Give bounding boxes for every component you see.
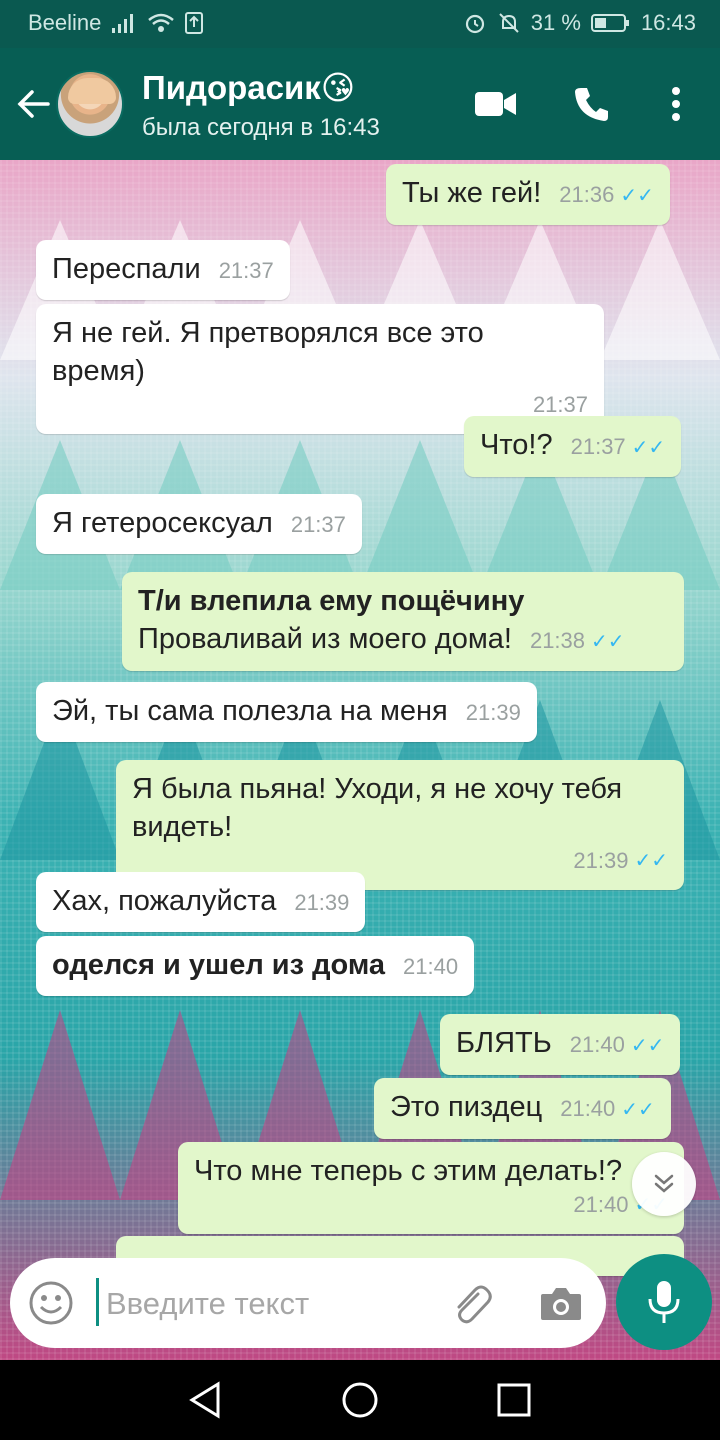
camera-icon[interactable] — [538, 1280, 584, 1326]
read-ticks-icon: ✓✓ — [621, 1099, 655, 1121]
status-bar: Beeline 31 % 16:43 — [0, 0, 720, 48]
data-transfer-icon — [185, 12, 204, 34]
message-incoming[interactable]: оделся и ушел из дома 21:40 — [36, 936, 475, 996]
message-time: 21:40 — [560, 1096, 616, 1121]
message-time: 21:40 — [403, 954, 459, 979]
message-text: Я не гей. Я претворялся все это время) — [52, 317, 484, 387]
message-incoming[interactable]: Я гетеросексуал 21:37 — [36, 494, 362, 554]
contact-name[interactable]: Пидорасик😘 — [142, 68, 355, 107]
message-text: БЛЯТЬ — [456, 1027, 552, 1059]
paperclip-icon[interactable] — [448, 1280, 494, 1326]
video-camera-icon[interactable] — [472, 80, 520, 128]
message-outgoing[interactable]: Что!? 21:37 ✓✓ — [464, 416, 682, 477]
message-text: Хах, пожалуйста — [52, 885, 277, 917]
message-text: Я гетеросексуал — [52, 507, 273, 539]
more-vertical-icon[interactable] — [652, 80, 700, 128]
message-time: 21:37 — [570, 434, 626, 459]
battery-percent: 31 % — [530, 10, 581, 35]
message-time: 21:36 — [559, 182, 615, 207]
status-right: 31 % 16:43 — [463, 10, 696, 36]
chat-area[interactable]: Ты же гей! 21:36 ✓✓ Переспали 21:37 Я не ге… — [0, 160, 720, 1360]
chat-header: Пидорасик😘 была сегодня в 16:43 — [0, 48, 720, 160]
message-incoming[interactable]: Я не гей. Я претворялся все это время) 2… — [36, 304, 604, 434]
message-outgoing[interactable]: Т/и влепила ему пощёчину Проваливай из м… — [122, 572, 684, 671]
carrier-label: Beeline — [28, 10, 102, 35]
message-time: 21:38 — [529, 628, 586, 653]
notifications-off-icon — [499, 13, 519, 33]
avatar[interactable] — [56, 70, 124, 138]
read-ticks-icon: ✓✓ — [630, 1035, 665, 1057]
message-text: оделся и ушел из дома — [52, 949, 386, 981]
message-text: Я была пьяна! Уходи, я не хочу тебя виде… — [132, 773, 623, 843]
status-left: Beeline — [28, 10, 204, 36]
read-ticks-icon: ✓✓ — [591, 631, 625, 653]
message-time: 21:39 — [573, 848, 629, 873]
message-bold-line: Т/и влепила ему пощёчину — [138, 585, 525, 617]
nav-recents-icon[interactable] — [494, 1380, 534, 1420]
message-time: 21:40 — [573, 1192, 629, 1217]
message-text: Что мне теперь с этим делать!? — [194, 1155, 623, 1187]
message-incoming[interactable]: Эй, ты сама полезла на меня 21:39 — [36, 682, 537, 742]
message-incoming[interactable]: Переспали 21:37 — [36, 240, 290, 300]
chevron-double-down-icon[interactable] — [632, 1152, 696, 1216]
message-time: 21:37 — [218, 258, 274, 283]
signal-icon — [112, 14, 134, 33]
message-incoming[interactable]: Хах, пожалуйста 21:39 — [36, 872, 366, 932]
emoji-icon[interactable] — [28, 1280, 74, 1326]
message-text: Эй, ты сама полезла на меня — [52, 695, 448, 727]
message-text: Это пиздец — [390, 1091, 543, 1123]
wifi-icon — [148, 13, 175, 32]
message-time: 21:39 — [465, 700, 521, 725]
message-text: Что!? — [480, 429, 553, 461]
nav-home-icon[interactable] — [340, 1380, 380, 1420]
nav-back-icon[interactable] — [186, 1380, 226, 1420]
system-nav-bar — [0, 1360, 720, 1440]
message-outgoing[interactable]: Я была пьяна! Уходи, я не хочу тебя виде… — [116, 760, 684, 890]
text-cursor — [96, 1278, 99, 1326]
message-time: 21:40 — [569, 1032, 625, 1057]
message-time: 21:39 — [294, 890, 350, 915]
read-ticks-icon: ✓✓ — [620, 185, 654, 207]
message-outgoing[interactable]: Ты же гей! 21:36 ✓✓ — [386, 164, 670, 225]
message-outgoing[interactable]: Что мне теперь с этим делать!? 21:40✓✓ — [178, 1142, 684, 1234]
battery-icon — [590, 14, 629, 32]
message-time: 21:37 — [290, 512, 346, 537]
clock: 16:43 — [640, 10, 696, 35]
message-text: Проваливай из моего дома! — [138, 623, 512, 655]
message-composer[interactable]: Введите текст — [10, 1258, 606, 1348]
message-outgoing[interactable]: БЛЯТЬ 21:40 ✓✓ — [440, 1014, 681, 1075]
message-outgoing[interactable]: Это пиздец 21:40 ✓✓ — [374, 1078, 671, 1139]
read-ticks-icon: ✓✓ — [631, 437, 666, 459]
phone-icon[interactable] — [568, 80, 616, 128]
arrow-left-icon[interactable] — [14, 84, 54, 124]
message-input[interactable]: Введите текст — [106, 1286, 436, 1322]
microphone-icon[interactable] — [616, 1254, 712, 1350]
last-seen: была сегодня в 16:43 — [142, 114, 380, 141]
message-text: Ты же гей! — [402, 177, 542, 209]
message-text: Переспали — [52, 253, 201, 285]
alarm-icon — [465, 14, 484, 34]
read-ticks-icon: ✓✓ — [634, 850, 668, 872]
